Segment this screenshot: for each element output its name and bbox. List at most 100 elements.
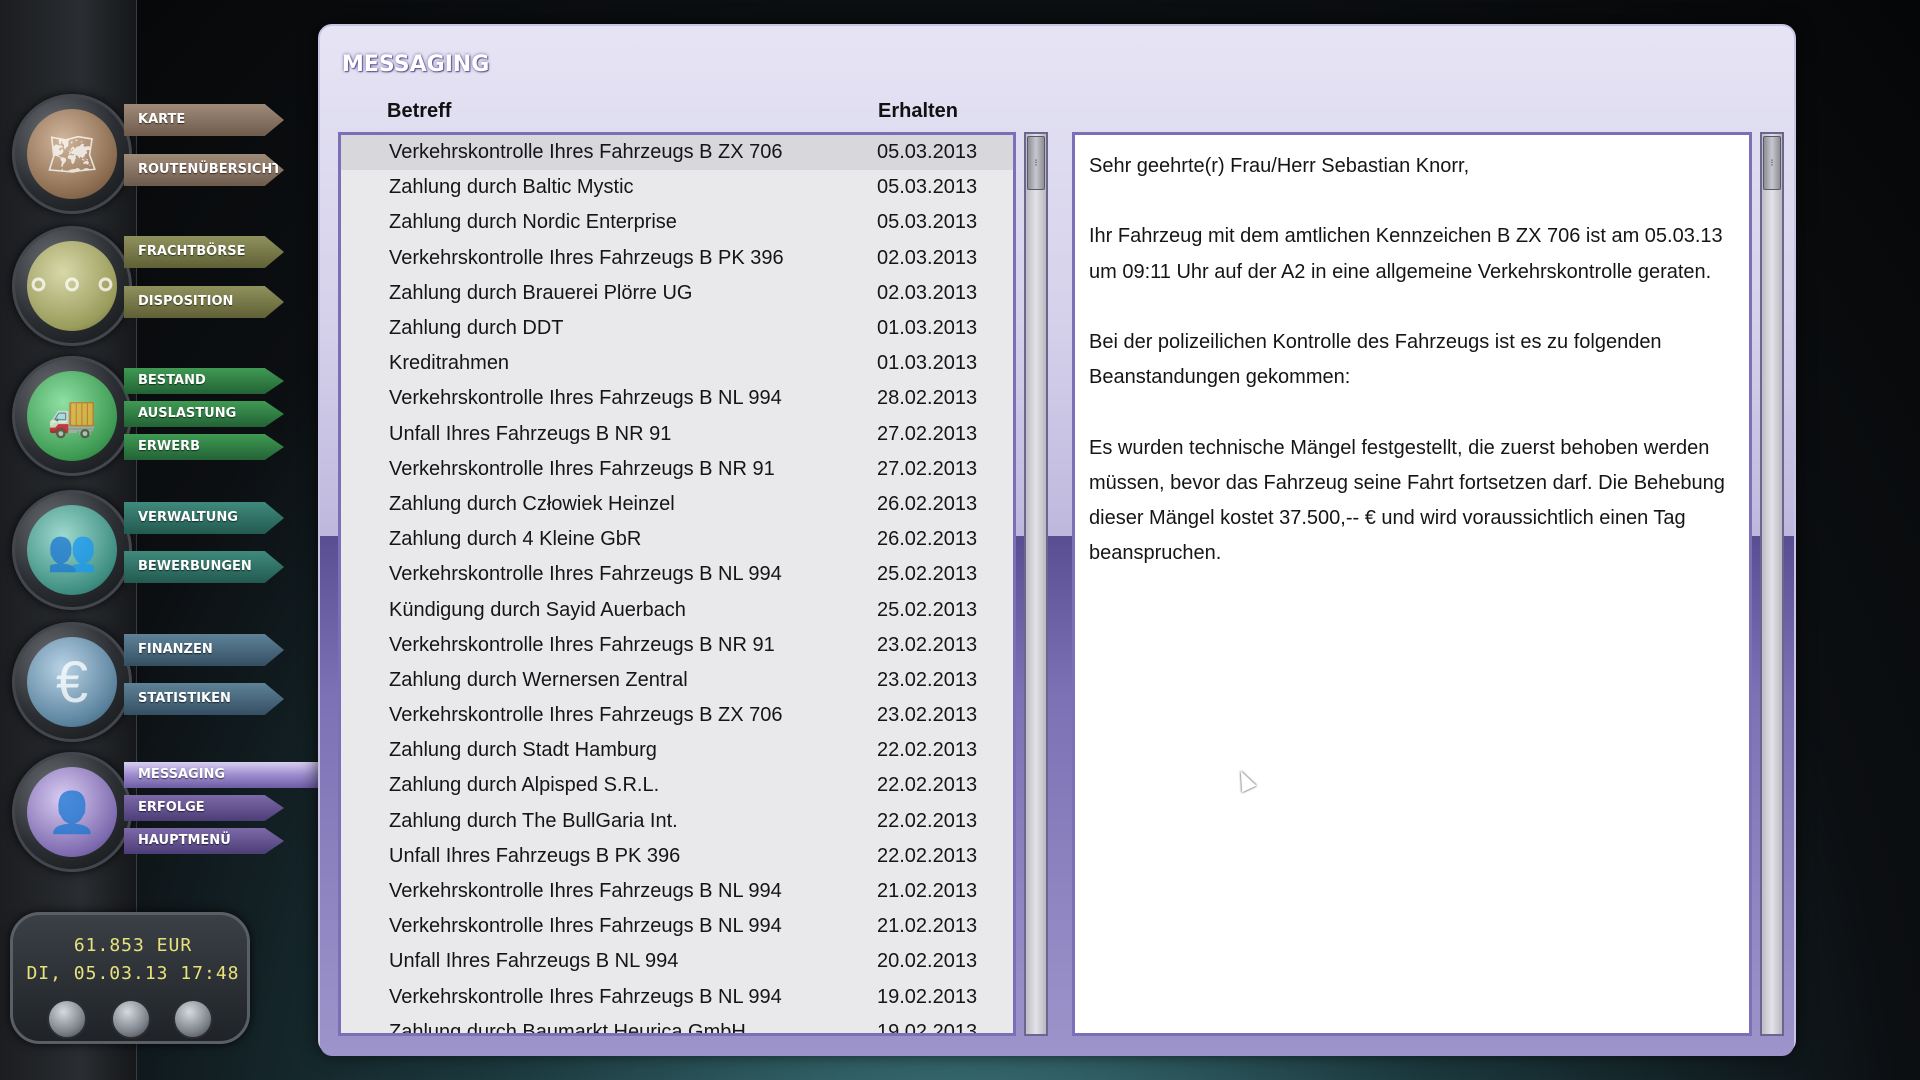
message-row[interactable]: Verkehrskontrolle Ihres Fahrzeugs B NL 9… <box>341 874 1013 909</box>
message-date: 22.02.2013 <box>877 774 978 797</box>
nav-item-routenuebersicht[interactable]: ROUTENÜBERSICHT <box>124 154 284 186</box>
message-subject: Verkehrskontrolle Ihres Fahrzeugs B ZX 7… <box>389 704 783 727</box>
message-row[interactable]: Unfall Ihres Fahrzeugs B NR 91 27.02.2013 <box>341 417 1013 452</box>
message-date: 23.02.2013 <box>877 633 978 656</box>
nav-group-admin: 👥 VERWALTUNG BEWERBUNGEN <box>12 490 284 610</box>
nav-item-karte[interactable]: KARTE <box>124 104 284 136</box>
message-list-scrollbar[interactable]: ⁝ <box>1024 132 1048 1036</box>
message-subject: Unfall Ihres Fahrzeugs B NL 994 <box>389 950 679 973</box>
message-subject: Zahlung durch The BullGaria Int. <box>389 809 678 832</box>
message-list[interactable]: Verkehrskontrolle Ihres Fahrzeugs B ZX 7… <box>338 132 1016 1036</box>
nav-item-messaging[interactable]: MESSAGING <box>124 762 324 788</box>
message-subject: Unfall Ihres Fahrzeugs B PK 396 <box>389 844 681 867</box>
column-header-subject[interactable]: Betreff <box>387 100 451 123</box>
message-date: 05.03.2013 <box>877 211 978 234</box>
message-list-scroll-thumb[interactable]: ⁝ <box>1027 136 1045 190</box>
message-row[interactable]: Verkehrskontrolle Ihres Fahrzeugs B NL 9… <box>341 909 1013 944</box>
nav-item-bestand[interactable]: BESTAND <box>124 368 284 394</box>
message-body-scroll-thumb[interactable]: ⁝ <box>1763 136 1781 190</box>
message-row[interactable]: Zahlung durch The BullGaria Int. 22.02.20… <box>341 804 1013 839</box>
nav-group-messaging: 👤 MESSAGING ERFOLGE HAUPTMENÜ <box>12 752 324 872</box>
message-date: 22.02.2013 <box>877 739 978 762</box>
message-row[interactable]: Zahlung durch Baltic Mystic 05.03.2013 <box>341 170 1013 205</box>
message-date: 28.02.2013 <box>877 387 978 410</box>
message-row[interactable]: Verkehrskontrolle Ihres Fahrzeugs B PK 3… <box>341 241 1013 276</box>
message-row[interactable]: Kündigung durch Sayid Auerbach 25.02.2013 <box>341 592 1013 627</box>
message-subject: Zahlung durch Nordic Enterprise <box>389 211 677 234</box>
message-subject: Kündigung durch Sayid Auerbach <box>389 598 686 621</box>
nav-item-erfolge[interactable]: ERFOLGE <box>124 795 284 821</box>
route-nodes-icon: ⚬⚬⚬ <box>22 241 122 331</box>
message-date: 21.02.2013 <box>877 915 978 938</box>
nav-disc-admin: 👥 <box>12 490 132 610</box>
message-row[interactable]: Zahlung durch Brauerei Plörre UG 02.03.20… <box>341 276 1013 311</box>
message-date: 23.02.2013 <box>877 668 978 691</box>
nav-group-fleet: 🚚 BESTAND AUSLASTUNG ERWERB <box>12 356 284 476</box>
message-subject: Verkehrskontrolle Ihres Fahrzeugs B NL 9… <box>389 387 782 410</box>
message-row[interactable]: Verkehrskontrolle Ihres Fahrzeugs B ZX 7… <box>341 698 1013 733</box>
nav-item-verwaltung[interactable]: VERWALTUNG <box>124 502 284 534</box>
message-subject: Verkehrskontrolle Ihres Fahrzeugs B NL 9… <box>389 915 782 938</box>
message-row[interactable]: Verkehrskontrolle Ihres Fahrzeugs B NR 9… <box>341 452 1013 487</box>
message-subject: Zahlung durch Baltic Mystic <box>389 176 634 199</box>
message-row[interactable]: Verkehrskontrolle Ihres Fahrzeugs B NR 9… <box>341 628 1013 663</box>
nav-item-finanzen[interactable]: FINANZEN <box>124 634 284 666</box>
message-row[interactable]: Zahlung durch Stadt Hamburg 22.02.2013 <box>341 733 1013 768</box>
message-row[interactable]: Unfall Ihres Fahrzeugs B NL 994 20.02.201… <box>341 944 1013 979</box>
message-date: 22.02.2013 <box>877 844 978 867</box>
message-row[interactable]: Zahlung durch Alpisped S.R.L. 22.02.2013 <box>341 768 1013 803</box>
status-display: 61.853 EUR DI, 05.03.13 17:48 <box>10 912 250 1044</box>
euro-icon: € <box>27 637 117 727</box>
message-row[interactable]: Zahlung durch Baumarkt Heurica GmbH 19.02… <box>341 1015 1013 1036</box>
message-date: 27.02.2013 <box>877 457 978 480</box>
message-date: 20.02.2013 <box>877 950 978 973</box>
pause-button[interactable] <box>47 999 87 1039</box>
message-subject: Zahlung durch Stadt Hamburg <box>389 739 657 762</box>
datetime-readout: DI, 05.03.13 17:48 <box>26 963 240 984</box>
message-subject: Zahlung durch Człowiek Heinzel <box>389 492 675 515</box>
message-paragraph: Es wurden technische Mängel festgestellt… <box>1089 436 1725 565</box>
message-row[interactable]: Zahlung durch DDT 01.03.2013 <box>341 311 1013 346</box>
nav-item-hauptmenue[interactable]: HAUPTMENÜ <box>124 828 284 854</box>
message-date: 27.02.2013 <box>877 422 978 445</box>
message-subject: Verkehrskontrolle Ihres Fahrzeugs B NL 9… <box>389 880 782 903</box>
message-date: 01.03.2013 <box>877 317 978 340</box>
message-row[interactable]: Kreditrahmen 01.03.2013 <box>341 346 1013 381</box>
message-row[interactable]: Zahlung durch Człowiek Heinzel 26.02.2013 <box>341 487 1013 522</box>
message-row[interactable]: Verkehrskontrolle Ihres Fahrzeugs B NL 9… <box>341 980 1013 1015</box>
column-header-received[interactable]: Erhalten <box>878 100 958 123</box>
nav-item-disposition[interactable]: DISPOSITION <box>124 286 284 318</box>
message-date: 01.03.2013 <box>877 352 978 375</box>
nav-item-auslastung[interactable]: AUSLASTUNG <box>124 401 284 427</box>
message-row[interactable]: Zahlung durch Wernersen Zentral 23.02.201… <box>341 663 1013 698</box>
truck-icon: 🚚 <box>27 371 117 461</box>
message-body: Sehr geehrte(r) Frau/Herr Sebastian Knor… <box>1072 132 1752 1036</box>
message-row[interactable]: Verkehrskontrolle Ihres Fahrzeugs B NL 9… <box>341 381 1013 416</box>
messaging-panel: MESSAGING Betreff Erhalten Verkehrskontr… <box>318 24 1796 1056</box>
message-row[interactable]: Zahlung durch 4 Kleine GbR 26.02.2013 <box>341 522 1013 557</box>
people-group-icon: 👥 <box>27 505 117 595</box>
message-date: 25.02.2013 <box>877 598 978 621</box>
nav-item-statistiken[interactable]: STATISTIKEN <box>124 683 284 715</box>
nav-item-frachtboerse[interactable]: FRACHTBÖRSE <box>124 236 284 268</box>
fast-forward-button[interactable] <box>173 999 213 1039</box>
message-row[interactable]: Unfall Ihres Fahrzeugs B PK 396 22.02.201… <box>341 839 1013 874</box>
play-button[interactable] <box>111 999 151 1039</box>
message-subject: Kreditrahmen <box>389 352 510 375</box>
message-date: 19.02.2013 <box>877 1020 978 1036</box>
message-subject: Verkehrskontrolle Ihres Fahrzeugs B PK 3… <box>389 246 784 269</box>
message-body-scrollbar[interactable]: ⁝ <box>1760 132 1784 1036</box>
message-subject: Verkehrskontrolle Ihres Fahrzeugs B NR 9… <box>389 457 775 480</box>
nav-item-bewerbungen[interactable]: BEWERBUNGEN <box>124 551 284 583</box>
nav-disc-fleet: 🚚 <box>12 356 132 476</box>
nav-item-erwerb[interactable]: ERWERB <box>124 434 284 460</box>
message-row[interactable]: Zahlung durch Nordic Enterprise 05.03.201… <box>341 205 1013 240</box>
message-date: 05.03.2013 <box>877 141 978 164</box>
message-subject: Verkehrskontrolle Ihres Fahrzeugs B NL 9… <box>389 563 782 586</box>
nav-group-freight: ⚬⚬⚬ FRACHTBÖRSE DISPOSITION <box>12 226 284 346</box>
message-row[interactable]: Verkehrskontrolle Ihres Fahrzeugs B ZX 7… <box>341 135 1013 171</box>
nav-group-finance: € FINANZEN STATISTIKEN <box>12 622 284 742</box>
page-title: MESSAGING <box>342 52 490 77</box>
message-date: 05.03.2013 <box>877 176 978 199</box>
message-row[interactable]: Verkehrskontrolle Ihres Fahrzeugs B NL 9… <box>341 557 1013 592</box>
